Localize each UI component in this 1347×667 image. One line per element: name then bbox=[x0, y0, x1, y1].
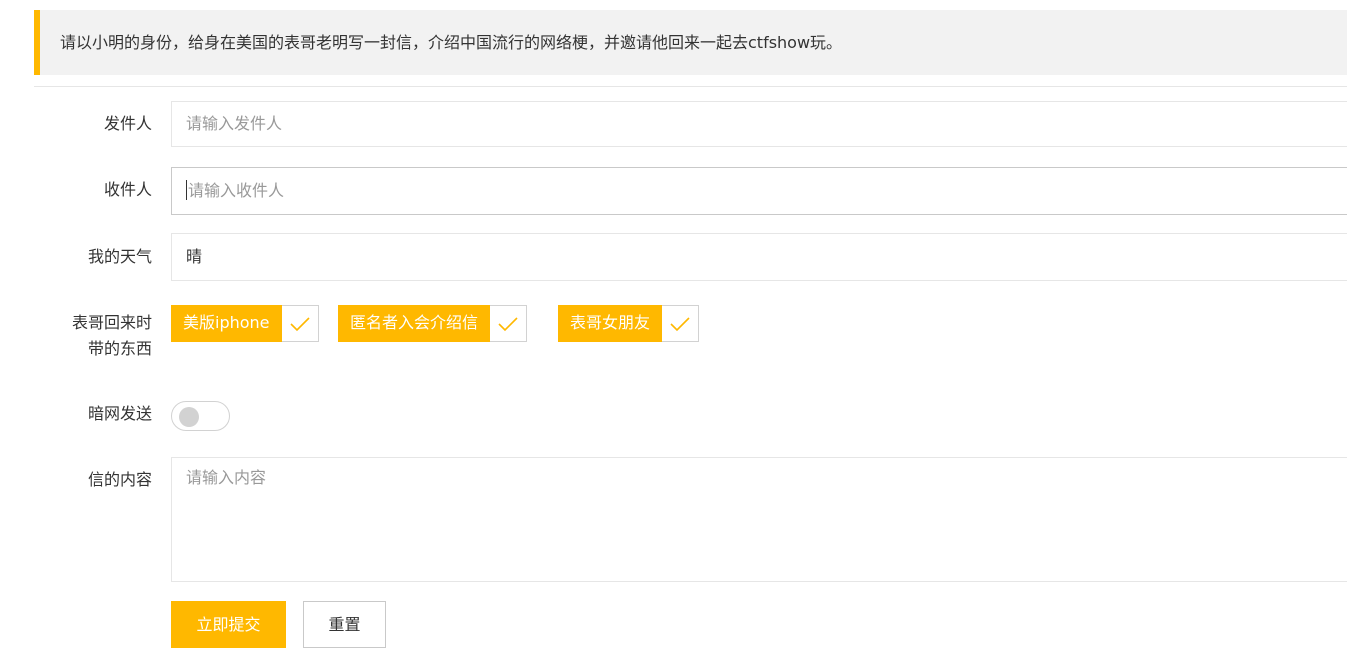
receiver-input[interactable]: 请输入收件人 bbox=[171, 167, 1347, 215]
check-icon bbox=[282, 306, 318, 341]
checkbox-anonymous-letter[interactable]: 匿名者入会介绍信 bbox=[338, 305, 528, 342]
darknet-switch[interactable] bbox=[171, 401, 230, 431]
darknet-label: 暗网发送 bbox=[87, 404, 152, 423]
gifts-label-line1: 表哥回来时 bbox=[71, 313, 152, 332]
content-placeholder: 请输入内容 bbox=[186, 468, 267, 487]
content-label: 信的内容 bbox=[87, 470, 152, 489]
receiver-placeholder: 请输入收件人 bbox=[188, 181, 285, 200]
divider bbox=[34, 86, 1347, 87]
receiver-label: 收件人 bbox=[103, 180, 152, 199]
checkbox-iphone-label: 美版iphone bbox=[171, 305, 282, 342]
sender-label: 发件人 bbox=[103, 114, 152, 133]
weather-input[interactable]: 晴 bbox=[171, 233, 1347, 281]
gifts-label-line2: 带的东西 bbox=[87, 339, 152, 358]
checkbox-iphone[interactable]: 美版iphone bbox=[171, 305, 319, 342]
notice-text: 请以小明的身份，给身在美国的表哥老明写一封信，介绍中国流行的网络梗，并邀请他回来… bbox=[60, 33, 843, 52]
submit-button[interactable]: 立即提交 bbox=[171, 601, 286, 648]
notice-banner: 请以小明的身份，给身在美国的表哥老明写一封信，介绍中国流行的网络梗，并邀请他回来… bbox=[34, 10, 1347, 75]
sender-placeholder: 请输入发件人 bbox=[186, 114, 283, 133]
checkbox-anonymous-letter-label: 匿名者入会介绍信 bbox=[338, 305, 491, 342]
weather-label: 我的天气 bbox=[87, 247, 152, 266]
check-icon bbox=[490, 306, 526, 341]
check-icon bbox=[662, 306, 698, 341]
checkbox-girlfriend-label: 表哥女朋友 bbox=[558, 305, 663, 342]
weather-value: 晴 bbox=[186, 247, 203, 266]
reset-button[interactable]: 重置 bbox=[303, 601, 386, 648]
sender-input[interactable]: 请输入发件人 bbox=[171, 101, 1347, 147]
switch-knob bbox=[179, 407, 199, 427]
content-textarea[interactable]: 请输入内容 bbox=[171, 457, 1347, 582]
text-caret bbox=[186, 180, 187, 200]
checkbox-girlfriend[interactable]: 表哥女朋友 bbox=[558, 305, 700, 342]
